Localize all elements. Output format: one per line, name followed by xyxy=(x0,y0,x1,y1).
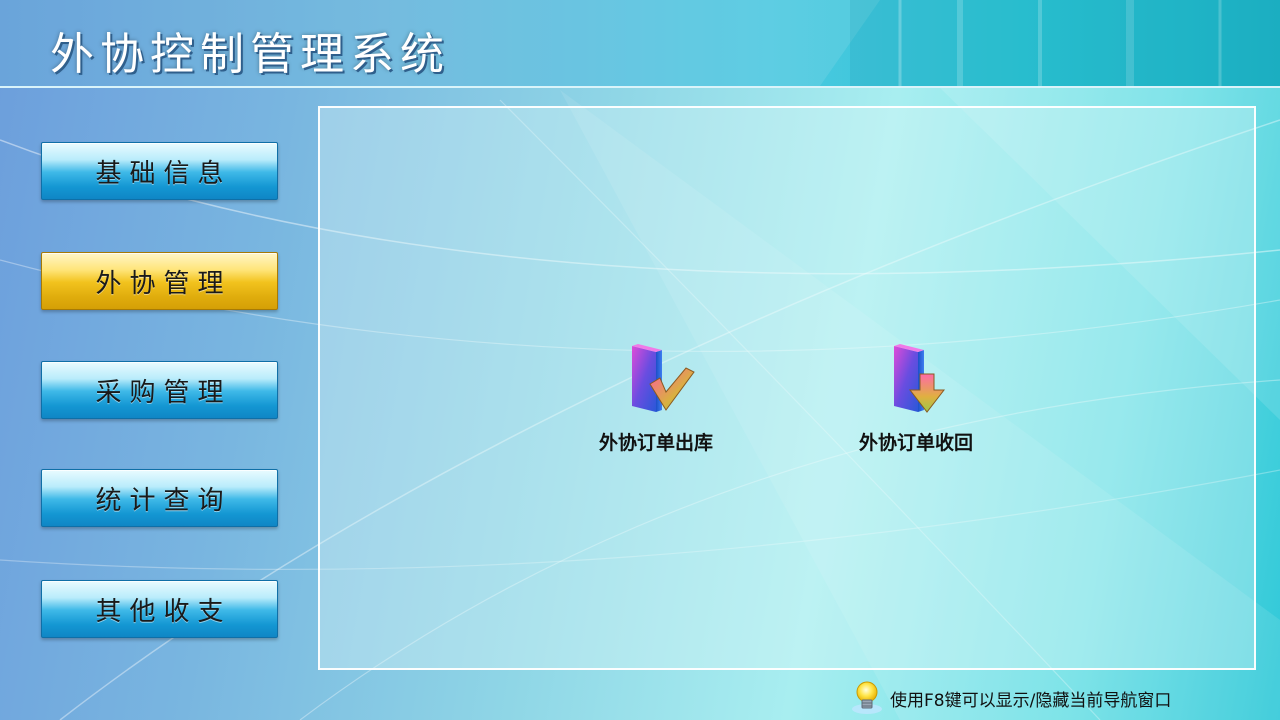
sidebar-item-label: 外协管理 xyxy=(95,268,232,299)
sidebar-item-basic-info[interactable]: 基础信息 xyxy=(41,142,278,200)
footer-hint: 使用F8键可以显示/隐藏当前导航窗口 xyxy=(850,678,1171,718)
function-outsourcing-order-recall[interactable]: 外协订单收回 xyxy=(836,340,996,460)
function-label: 外协订单收回 xyxy=(858,432,973,454)
folder-checkmark-icon xyxy=(632,344,695,412)
sidebar-item-outsourcing-management[interactable]: 外协管理 xyxy=(41,252,278,310)
sidebar-item-label: 采购管理 xyxy=(95,377,232,408)
sidebar-item-label: 基础信息 xyxy=(95,158,232,189)
sidebar-item-other-income-expense[interactable]: 其他收支 xyxy=(41,580,278,638)
sidebar-item-label: 其他收支 xyxy=(95,596,232,627)
sidebar-item-statistics-query[interactable]: 统计查询 xyxy=(41,469,278,527)
folder-download-arrow-icon xyxy=(894,344,946,413)
app-header: 外协控制管理系统 xyxy=(0,0,1280,88)
function-label: 外协订单出库 xyxy=(598,432,713,454)
sidebar-item-purchase-management[interactable]: 采购管理 xyxy=(41,361,278,419)
function-outsourcing-order-out[interactable]: 外协订单出库 xyxy=(576,340,736,460)
app-title: 外协控制管理系统 xyxy=(50,29,450,80)
content-panel: 外协订单出库 外协订单收回 xyxy=(318,106,1256,670)
sidebar-item-label: 统计查询 xyxy=(95,485,232,516)
hint-text: 使用F8键可以显示/隐藏当前导航窗口 xyxy=(890,690,1172,711)
lightbulb-icon xyxy=(852,681,882,714)
